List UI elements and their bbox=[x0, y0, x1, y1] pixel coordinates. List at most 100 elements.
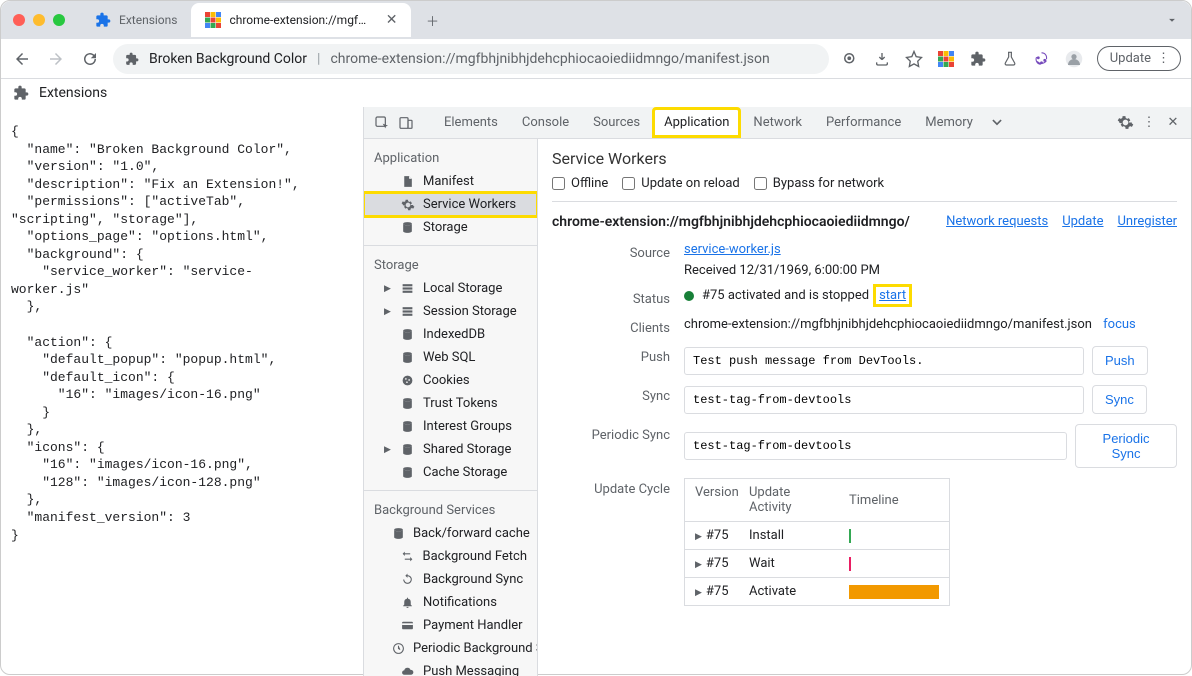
tab-network[interactable]: Network bbox=[743, 109, 812, 136]
link-network-requests[interactable]: Network requests bbox=[946, 214, 1048, 229]
status-dot-icon bbox=[684, 291, 694, 301]
periodic-sync-input[interactable] bbox=[684, 432, 1067, 460]
cycle-row-install[interactable]: ▶#75 Install bbox=[685, 522, 949, 550]
sw-header-row: chrome-extension://mgfbhjnibhjdehcphioca… bbox=[552, 214, 1177, 230]
push-input[interactable] bbox=[684, 347, 1084, 375]
sidebar-item-bg-fetch[interactable]: Background Fetch bbox=[364, 545, 537, 568]
push-button[interactable]: Push bbox=[1092, 346, 1148, 375]
bookmark-icon[interactable] bbox=[905, 50, 923, 68]
tab-performance[interactable]: Performance bbox=[816, 109, 911, 136]
sidebar-item-shared-storage[interactable]: ▶Shared Storage bbox=[364, 438, 537, 461]
sidebar-item-push-messaging[interactable]: Push Messaging bbox=[364, 660, 537, 676]
sidebar-item-session-storage[interactable]: ▶Session Storage bbox=[364, 300, 537, 323]
sidebar-item-trust-tokens[interactable]: Trust Tokens bbox=[364, 392, 537, 415]
storage-icon bbox=[400, 304, 415, 319]
checkbox-input[interactable] bbox=[552, 177, 565, 190]
label-clients: Clients bbox=[552, 317, 670, 336]
cycle-row-activate[interactable]: ▶#75 Activate bbox=[685, 578, 949, 605]
lens-icon[interactable] bbox=[841, 50, 859, 68]
tab-console[interactable]: Console bbox=[512, 109, 579, 136]
checkbox-bypass[interactable]: Bypass for network bbox=[754, 176, 884, 191]
extensions-label: Extensions bbox=[39, 85, 107, 101]
labs-icon[interactable] bbox=[1001, 50, 1019, 68]
storage-icon bbox=[400, 281, 415, 296]
tab-overflow-icon[interactable] bbox=[1165, 13, 1179, 27]
periodic-sync-button[interactable]: Periodic Sync bbox=[1075, 424, 1177, 468]
value-push: Push bbox=[684, 346, 1177, 375]
sidebar-item-bg-sync[interactable]: Background Sync bbox=[364, 568, 537, 591]
inspect-icon[interactable] bbox=[372, 113, 392, 133]
sidebar-item-bfc[interactable]: Back/forward cache bbox=[364, 522, 537, 545]
sidebar-item-periodic-bg-sync[interactable]: Periodic Background S bbox=[364, 637, 537, 660]
omnibox-separator: | bbox=[317, 51, 320, 67]
omnibox-title: Broken Background Color bbox=[149, 51, 307, 67]
profile-icon[interactable] bbox=[1065, 50, 1083, 68]
tab-sources[interactable]: Sources bbox=[583, 109, 650, 136]
gear-icon[interactable] bbox=[1115, 113, 1135, 133]
update-cycle-table: Version Update Activity Timeline ▶#75 In… bbox=[684, 478, 950, 606]
link-start[interactable]: start bbox=[877, 288, 908, 303]
minimize-window-button[interactable] bbox=[33, 14, 45, 26]
value-status: #75 activated and is stopped start bbox=[684, 288, 1177, 303]
window-controls bbox=[13, 14, 65, 26]
sidebar-item-notifications[interactable]: Notifications bbox=[364, 591, 537, 614]
database-icon bbox=[400, 465, 415, 480]
sidebar-item-local-storage[interactable]: ▶Local Storage bbox=[364, 277, 537, 300]
sidebar-item-websql[interactable]: Web SQL bbox=[364, 346, 537, 369]
tab-memory[interactable]: Memory bbox=[915, 109, 983, 136]
label-periodic-sync: Periodic Sync bbox=[552, 424, 670, 443]
reload-button[interactable] bbox=[79, 48, 101, 70]
link-update[interactable]: Update bbox=[1062, 214, 1103, 229]
tab-elements[interactable]: Elements bbox=[434, 109, 508, 136]
sidebar-item-cache-storage[interactable]: Cache Storage bbox=[364, 461, 537, 484]
database-icon bbox=[392, 526, 405, 541]
sidebar-item-cookies[interactable]: Cookies bbox=[364, 369, 537, 392]
sidebar-item-storage[interactable]: Storage bbox=[364, 216, 537, 239]
tab-extensions[interactable]: Extensions bbox=[81, 3, 191, 37]
omnibox[interactable]: Broken Background Color | chrome-extensi… bbox=[113, 44, 829, 74]
manifest-json-view: { "name": "Broken Background Color", "ve… bbox=[1, 107, 363, 676]
tab-manifest[interactable]: chrome-extension://mgfbhjnib ✕ bbox=[191, 3, 411, 37]
device-icon[interactable] bbox=[396, 113, 416, 133]
redux-icon[interactable] bbox=[1033, 50, 1051, 68]
extensions-icon[interactable] bbox=[969, 50, 987, 68]
link-focus[interactable]: focus bbox=[1103, 317, 1136, 332]
sidebar-item-interest-groups[interactable]: Interest Groups bbox=[364, 415, 537, 438]
new-tab-button[interactable]: ＋ bbox=[419, 7, 445, 33]
database-icon bbox=[400, 396, 415, 411]
clients-text: chrome-extension://mgfbhjnibhjdehcphioca… bbox=[684, 317, 1092, 332]
main-split: { "name": "Broken Background Color", "ve… bbox=[1, 107, 1191, 676]
checkbox-input[interactable] bbox=[754, 177, 767, 190]
link-unregister[interactable]: Unregister bbox=[1117, 214, 1177, 229]
update-button[interactable]: Update ⋮ bbox=[1097, 46, 1181, 71]
rubik-icon[interactable] bbox=[937, 50, 955, 68]
checkbox-offline[interactable]: Offline bbox=[552, 176, 608, 191]
sidebar-item-indexeddb[interactable]: IndexedDB bbox=[364, 323, 537, 346]
more-tabs-icon[interactable] bbox=[987, 113, 1007, 133]
tab-application[interactable]: Application bbox=[654, 109, 739, 136]
menu-dots-icon: ⋮ bbox=[1157, 51, 1168, 66]
close-tab-icon[interactable]: ✕ bbox=[386, 12, 398, 28]
sidebar-item-manifest[interactable]: Manifest bbox=[364, 170, 537, 193]
cycle-row-wait[interactable]: ▶#75 Wait bbox=[685, 550, 949, 578]
close-window-button[interactable] bbox=[13, 14, 25, 26]
checkbox-update-reload[interactable]: Update on reload bbox=[622, 176, 739, 191]
label-update-cycle: Update Cycle bbox=[552, 478, 670, 497]
database-icon bbox=[400, 442, 415, 457]
sidebar-category-background: Background Services bbox=[364, 497, 537, 522]
swap-icon bbox=[400, 549, 415, 564]
kebab-icon[interactable]: ⋮ bbox=[1139, 113, 1159, 133]
sync-input[interactable] bbox=[684, 386, 1084, 414]
maximize-window-button[interactable] bbox=[53, 14, 65, 26]
database-icon bbox=[400, 350, 415, 365]
checkbox-input[interactable] bbox=[622, 177, 635, 190]
close-devtools-icon[interactable]: ✕ bbox=[1163, 113, 1183, 133]
puzzle-icon bbox=[95, 12, 111, 28]
sync-button[interactable]: Sync bbox=[1092, 385, 1147, 414]
sidebar-item-service-workers[interactable]: Service Workers bbox=[364, 193, 537, 216]
back-button[interactable] bbox=[11, 48, 33, 70]
link-source-file[interactable]: service-worker.js bbox=[684, 242, 781, 257]
sidebar-item-payment-handler[interactable]: Payment Handler bbox=[364, 614, 537, 637]
install-icon[interactable] bbox=[873, 50, 891, 68]
forward-button[interactable] bbox=[45, 48, 67, 70]
